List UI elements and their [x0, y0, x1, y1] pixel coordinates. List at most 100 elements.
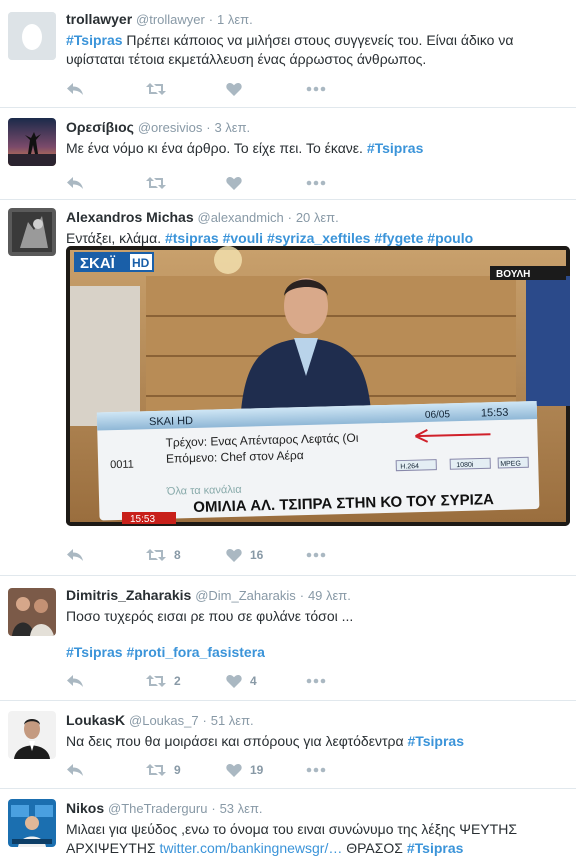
- hashtag[interactable]: #poulo: [427, 230, 473, 246]
- epg-number: 0011: [110, 459, 134, 472]
- more-icon: [306, 678, 326, 684]
- reply-button[interactable]: [66, 82, 146, 96]
- separator-dot: ·: [206, 120, 211, 135]
- timestamp[interactable]: 3 λεπ.: [214, 120, 250, 135]
- photo-avatar-icon: [8, 208, 56, 256]
- tweet-text: #Tsipras Πρέπει κάποιος να μιλήσει στους…: [66, 31, 568, 69]
- tweet-link[interactable]: twitter.com/bankingnewsgr/…: [159, 840, 342, 856]
- clock: 15:53: [130, 514, 155, 525]
- tweet-body-end: ΘΡΑΣΟΣ: [342, 840, 407, 856]
- retweet-button[interactable]: [146, 176, 226, 190]
- retweet-icon: [146, 764, 166, 776]
- like-button[interactable]: 4: [226, 674, 306, 688]
- tweet-actions: 9 19: [66, 761, 386, 779]
- avatar[interactable]: [8, 588, 56, 636]
- tweet-header: Nikos @TheTraderguru · 53 λεπ.: [66, 799, 568, 818]
- tweet-header: Ορεσίβιος @oresivios · 3 λεπ.: [66, 118, 568, 137]
- separator-dot: ·: [208, 12, 214, 27]
- reply-button[interactable]: [66, 763, 146, 777]
- tweet-body-cont: ΑΡΧΙΨΕΥΤΗΣ: [66, 840, 160, 856]
- reply-button[interactable]: [66, 176, 146, 190]
- tweet[interactable]: LoukasK @Loukas_7 · 51 λεπ. Να δεις που …: [0, 701, 576, 789]
- retweet-button[interactable]: 2: [146, 674, 226, 688]
- more-button[interactable]: [306, 86, 386, 92]
- user-handle[interactable]: @Loukas_7: [129, 713, 199, 728]
- display-name[interactable]: Ορεσίβιος: [66, 119, 134, 135]
- hashtag[interactable]: #vouli: [223, 230, 263, 246]
- epg-time: 15:53: [481, 407, 509, 420]
- retweet-count: 8: [174, 548, 181, 562]
- reply-icon: [67, 764, 83, 776]
- more-button[interactable]: [306, 552, 386, 558]
- like-button[interactable]: 19: [226, 763, 306, 777]
- egg-avatar-icon: [8, 12, 56, 60]
- tweet[interactable]: trollawyer @trollawyer · 1 λεπ. #Tsipras…: [0, 0, 576, 108]
- retweet-button[interactable]: [146, 82, 226, 96]
- tweet[interactable]: Ορεσίβιος @oresivios · 3 λεπ. Με ένα νόμ…: [0, 108, 576, 200]
- user-handle[interactable]: @TheTraderguru: [108, 801, 207, 816]
- timestamp[interactable]: 51 λεπ.: [211, 713, 254, 728]
- display-name[interactable]: Alexandros Michas: [66, 209, 194, 225]
- display-name[interactable]: Dimitris_Zaharakis: [66, 587, 191, 603]
- hashtag[interactable]: #Tsipras: [66, 644, 123, 660]
- timestamp[interactable]: 20 λεπ.: [296, 210, 339, 225]
- tweet-media-photo[interactable]: ΣΚΑΪ HD ΒΟΥΛΗ SKAI HD 06/05 15:53 Τρέχον…: [66, 246, 570, 526]
- separator-dot: ·: [202, 713, 207, 728]
- display-name[interactable]: LoukasK: [66, 712, 125, 728]
- more-icon: [306, 552, 326, 558]
- like-button[interactable]: [226, 176, 306, 190]
- timeline: trollawyer @trollawyer · 1 λεπ. #Tsipras…: [0, 0, 576, 858]
- user-handle[interactable]: @alexandmich: [198, 210, 284, 225]
- timestamp[interactable]: 53 λεπ.: [220, 801, 263, 816]
- retweet-icon: [146, 177, 166, 189]
- retweet-count: 2: [174, 674, 181, 688]
- tweet-body: Ποσο τυχερός εισαι ρε που σε φυλάνε τόσο…: [66, 608, 354, 624]
- display-name[interactable]: Nikos: [66, 800, 104, 816]
- tweet-text: Να δεις που θα μοιράσει και σπόρους για …: [66, 732, 568, 751]
- timestamp[interactable]: 49 λεπ.: [308, 588, 351, 603]
- user-handle[interactable]: @oresivios: [138, 120, 203, 135]
- avatar[interactable]: [8, 799, 56, 847]
- hashtag[interactable]: #syriza_xeftiles: [267, 230, 371, 246]
- hashtag[interactable]: #Tsipras: [66, 32, 123, 48]
- separator-dot: ·: [287, 210, 292, 225]
- like-icon: [226, 548, 242, 562]
- retweet-icon: [146, 83, 166, 95]
- reply-button[interactable]: [66, 674, 146, 688]
- like-button[interactable]: 16: [226, 548, 306, 562]
- channel-logo: ΣΚΑΪ: [80, 255, 116, 272]
- user-handle[interactable]: @trollawyer: [136, 12, 205, 27]
- tweet-body: Με ένα νόμο κι ένα άρθρο. Το είχε πει. Τ…: [66, 140, 367, 156]
- timestamp[interactable]: 1 λεπ.: [217, 12, 253, 27]
- reply-icon: [67, 549, 83, 561]
- hashtag[interactable]: #proti_fora_fasistera: [126, 644, 265, 660]
- tweet-body: Πρέπει κάποιος να μιλήσει στους συγγενεί…: [66, 32, 514, 67]
- more-button[interactable]: [306, 767, 386, 773]
- hashtag[interactable]: #Tsipras: [407, 733, 464, 749]
- more-button[interactable]: [306, 180, 386, 186]
- like-icon: [226, 674, 242, 688]
- retweet-icon: [146, 675, 166, 687]
- tv-screen-photo: ΣΚΑΪ HD ΒΟΥΛΗ SKAI HD 06/05 15:53 Τρέχον…: [66, 246, 570, 526]
- like-button[interactable]: [226, 82, 306, 96]
- avatar[interactable]: [8, 12, 56, 60]
- tweet[interactable]: Dimitris_Zaharakis @Dim_Zaharakis · 49 λ…: [0, 576, 576, 701]
- avatar[interactable]: [8, 711, 56, 759]
- hashtag[interactable]: #tsipras: [165, 230, 219, 246]
- user-handle[interactable]: @Dim_Zaharakis: [195, 588, 296, 603]
- like-icon: [226, 82, 242, 96]
- tweet[interactable]: Nikos @TheTraderguru · 53 λεπ. Μιλαει γι…: [0, 789, 576, 858]
- reply-icon: [67, 177, 83, 189]
- more-button[interactable]: [306, 678, 386, 684]
- trader-avatar-icon: [8, 799, 56, 847]
- hashtag[interactable]: #fygete: [374, 230, 423, 246]
- reply-button[interactable]: [66, 548, 146, 562]
- avatar[interactable]: [8, 208, 56, 256]
- display-name[interactable]: trollawyer: [66, 11, 132, 27]
- hashtag[interactable]: #Tsipras: [407, 840, 464, 856]
- hashtag[interactable]: #Tsipras: [367, 140, 424, 156]
- avatar[interactable]: [8, 118, 56, 166]
- retweet-button[interactable]: 8: [146, 548, 226, 562]
- tweet[interactable]: Alexandros Michas @alexandmich · 20 λεπ.…: [0, 200, 576, 576]
- retweet-button[interactable]: 9: [146, 763, 226, 777]
